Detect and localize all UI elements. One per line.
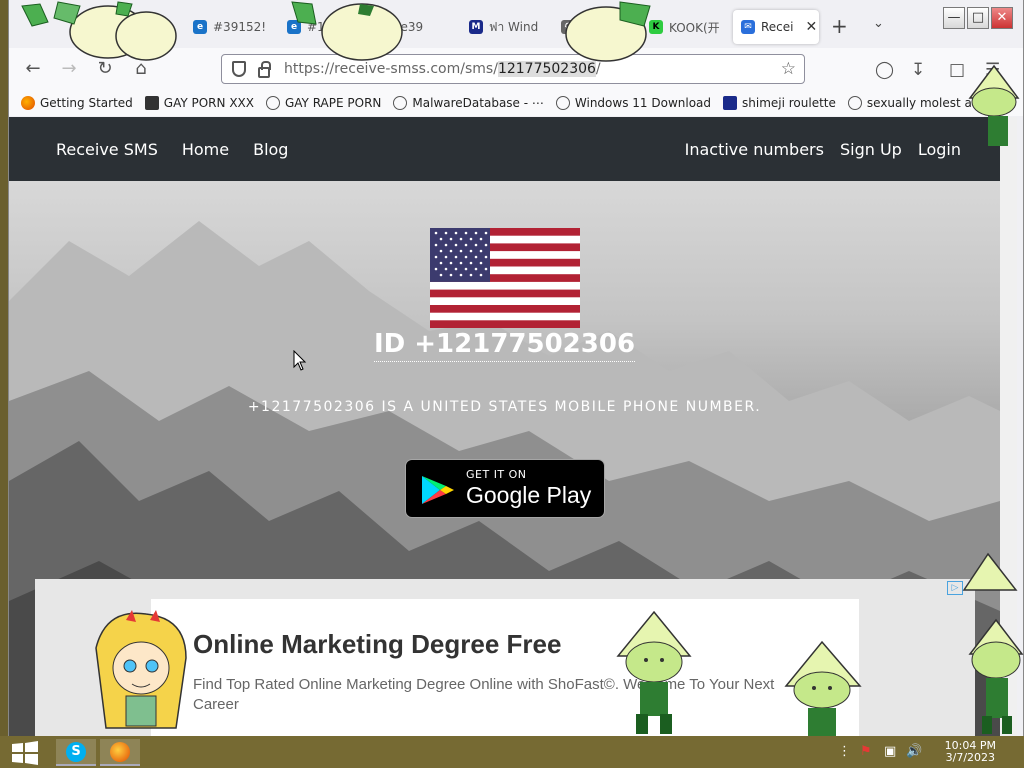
nav-sign-up[interactable]: Sign Up <box>840 140 902 159</box>
us-flag-image <box>430 228 580 328</box>
firefox-icon <box>21 96 35 110</box>
bookmark-windows-11[interactable]: Windows 11 Download <box>555 96 712 110</box>
bookmark-2[interactable]: GAY PORN XXX <box>144 96 254 110</box>
tab-label: Recei <box>761 20 794 34</box>
taskbar: S ⋮ ⚑ ▣ 🔊 10:04 PM 3/7/2023 <box>0 736 1024 768</box>
firefox-taskbar-button[interactable] <box>100 739 140 766</box>
mascot-bag-icon <box>291 1 403 61</box>
google-play-icon <box>422 476 454 504</box>
ad-card[interactable]: Online Marketing Degree Free Find Top Ra… <box>151 599 859 736</box>
tab-label: ฟา Wind <box>489 19 539 34</box>
nav-home[interactable]: Home <box>182 140 229 159</box>
bookmarks-bar: Getting Started GAY PORN XXX GAY RAPE PO… <box>9 90 1023 116</box>
edge-icon: e <box>193 20 207 34</box>
volume-icon[interactable]: 🔊 <box>906 744 922 759</box>
tab-list-button[interactable]: ⌄ <box>873 16 884 31</box>
gplay-small-text: GET IT ON <box>466 468 527 481</box>
site-navbar: Receive SMS Home Blog Inactive numbers S… <box>9 117 1000 181</box>
globe-icon <box>393 96 408 110</box>
star-butterfly-mascot-icon <box>95 610 187 729</box>
nav-blog[interactable]: Blog <box>253 140 288 159</box>
tray-overflow-icon[interactable]: ⋮ <box>838 744 851 759</box>
chat-icon: ✉ <box>741 20 755 34</box>
new-tab-button[interactable]: + <box>831 14 848 38</box>
pocket-icon[interactable]: ◯ <box>875 60 894 80</box>
bookmark-label: Windows 11 Download <box>574 96 712 110</box>
peridot-mascot-icon <box>962 552 1024 734</box>
ad-description[interactable]: Find Top Rated Online Marketing Degree O… <box>193 675 813 715</box>
peridot-mascot-icon <box>968 64 1020 146</box>
bookmark-3[interactable]: GAY RAPE PORN <box>265 96 382 110</box>
flag-icon[interactable]: ⚑ <box>860 744 872 759</box>
gplay-big-text: Google Play <box>466 482 592 508</box>
clock-date: 3/7/2023 <box>945 751 996 764</box>
bookmark-star-icon[interactable]: ☆ <box>781 59 796 79</box>
peridot-mascot-icon <box>616 610 692 734</box>
tab-1[interactable]: e #39152! <box>185 10 275 44</box>
mascot-bags-icon <box>21 1 177 61</box>
mft-icon <box>723 96 738 110</box>
mascot-bag-icon <box>565 1 651 62</box>
globe-icon <box>555 96 570 110</box>
network-icon[interactable]: ▣ <box>884 744 896 759</box>
system-clock[interactable]: 10:04 PM 3/7/2023 <box>945 740 996 764</box>
tab-label: #39152! <box>213 20 267 34</box>
peridot-mascot-icon <box>784 640 862 736</box>
globe-icon <box>847 96 862 110</box>
bookmark-malware-database[interactable]: MalwareDatabase - ⋯ <box>393 96 544 110</box>
minimize-button[interactable]: — <box>943 7 965 29</box>
phone-id-heading: ID +12177502306 <box>9 329 1000 362</box>
bookmark-7[interactable]: sexually molest ai <box>847 96 975 110</box>
bookmark-label: MalwareDatabase - ⋯ <box>412 96 544 110</box>
firefox-icon <box>110 741 130 762</box>
phone-subtitle: +12177502306 IS A UNITED STATES MOBILE P… <box>247 399 762 415</box>
close-tab-icon[interactable]: ✕ <box>806 19 818 35</box>
close-window-button[interactable]: ✕ <box>991 7 1013 29</box>
bookmark-shimeji[interactable]: shimeji roulette <box>723 96 836 110</box>
ad-headline[interactable]: Online Marketing Degree Free <box>193 629 561 660</box>
pc-icon <box>144 96 159 110</box>
download-icon[interactable]: ↧ <box>911 60 925 80</box>
bookmark-label: GAY RAPE PORN <box>284 96 382 110</box>
nav-login[interactable]: Login <box>918 140 961 159</box>
nav-inactive-numbers[interactable]: Inactive numbers <box>685 140 824 159</box>
skype-taskbar-button[interactable]: S <box>56 739 96 766</box>
bookmark-label: shimeji roulette <box>742 96 836 110</box>
mft-icon: M <box>469 20 483 34</box>
maximize-button[interactable]: □ <box>967 7 989 29</box>
bookmark-label: GAY PORN XXX <box>163 96 254 110</box>
tab-active-receive-sms[interactable]: ✉ Recei ✕ <box>733 10 819 44</box>
phone-id-text[interactable]: ID +12177502306 <box>373 329 636 362</box>
shield-icon[interactable] <box>232 61 246 77</box>
bookmark-label: Getting Started <box>40 96 133 110</box>
mouse-cursor-icon <box>293 350 307 371</box>
globe-icon <box>265 96 280 110</box>
skype-icon: S <box>66 741 86 762</box>
tab-3[interactable]: M ฟา Wind <box>461 10 551 44</box>
bookmark-getting-started[interactable]: Getting Started <box>21 96 133 110</box>
windows-start-icon[interactable] <box>8 740 42 766</box>
lock-icon[interactable] <box>258 60 271 78</box>
brand-link[interactable]: Receive SMS <box>56 140 158 159</box>
tab-label: KOOK(开 <box>669 20 720 35</box>
google-play-badge[interactable]: GET IT ON Google Play <box>405 459 605 518</box>
